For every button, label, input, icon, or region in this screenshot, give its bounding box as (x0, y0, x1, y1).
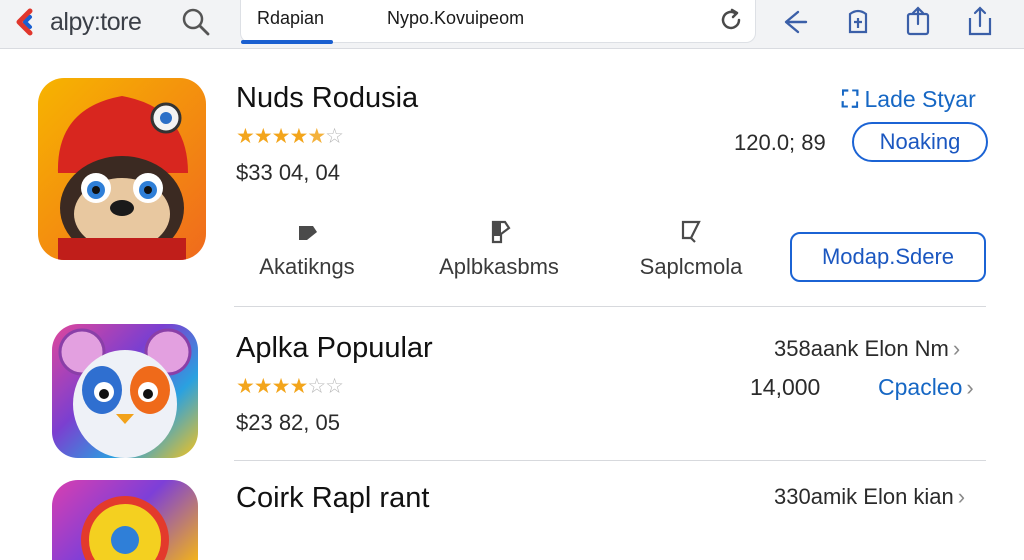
get-button[interactable]: Noaking (852, 122, 988, 162)
app-icon-wheel[interactable] (52, 480, 198, 560)
store-badge-icon: ⛶ (842, 86, 865, 112)
developer-link-label: Lade Styar (864, 86, 976, 112)
divider (234, 460, 986, 461)
active-tab-indicator (241, 40, 333, 44)
app-title[interactable]: Coirk Rapl rant (236, 482, 429, 515)
app-title[interactable]: Aplka Popuular (236, 332, 433, 365)
tab-rdapian[interactable]: Rdapian (257, 8, 324, 29)
action-label: Saplcmola (639, 254, 743, 279)
creature-icon (58, 328, 192, 458)
open-link-label: Cpacleo (878, 374, 963, 400)
app-metric: 14,000 (750, 374, 821, 400)
search-icon[interactable] (180, 6, 212, 38)
app-icon-creature[interactable] (52, 324, 198, 458)
action-sample[interactable]: Saplcmola (616, 218, 766, 280)
app-metric: 120.0; 89 (734, 130, 826, 155)
star-rating: ★★★★☆☆ (236, 375, 344, 398)
address-bar[interactable]: Rdapian Nypo.Kovuipeom (240, 0, 756, 44)
developer-link[interactable]: ⛶ Lade Styar (842, 86, 976, 113)
export-icon[interactable] (962, 4, 998, 40)
bookmark-icon (491, 220, 511, 244)
app-stat-row[interactable]: 358aank Elon Nm › (774, 336, 960, 362)
action-label: Akatikngs (259, 254, 355, 279)
chevron-right-icon: › (966, 375, 974, 400)
chevron-right-icon: › (957, 484, 966, 509)
app-list: Nuds Rodusia ★★★★★☆ $33 04, 04 ⛶ Lade St… (0, 48, 1024, 560)
open-link[interactable]: Cpacleo › (878, 374, 974, 401)
back-icon[interactable] (778, 4, 814, 40)
app-price: $23 82, 05 (236, 410, 340, 435)
browser-toolbar: alpy:tore Rdapian Nypo.Kovuipeom (0, 0, 1024, 49)
edit-icon (681, 220, 701, 243)
app-price: $33 04, 04 (236, 160, 340, 185)
store-logo[interactable]: alpy:tore (14, 6, 142, 38)
share-icon[interactable] (840, 4, 876, 40)
secondary-button[interactable]: Modap.Sdere (790, 232, 986, 282)
logo-icon (16, 8, 33, 36)
star-rating: ★★★★★☆ (236, 125, 344, 148)
stat-label: 330amik Elon kian (774, 484, 954, 509)
action-ratings[interactable]: Akatikngs (232, 218, 382, 280)
action-label: Aplbkasbms (439, 254, 559, 279)
reload-icon[interactable] (717, 6, 745, 34)
stat-label: 358aank Elon Nm (774, 336, 949, 361)
app-title[interactable]: Nuds Rodusia (236, 82, 418, 115)
logo-text: alpy:tore (50, 7, 142, 36)
app-icon-character[interactable] (38, 78, 206, 260)
upload-icon[interactable] (900, 4, 936, 40)
wheel-icon (81, 496, 169, 560)
tag-icon (299, 226, 317, 240)
mole-character-icon (57, 96, 188, 260)
app-stat-row[interactable]: 330amik Elon kian › (774, 484, 965, 510)
tab-nypo[interactable]: Nypo.Kovuipeom (387, 8, 524, 29)
action-bookmarks[interactable]: Aplbkasbms (424, 218, 574, 280)
chevron-right-icon: › (952, 336, 961, 361)
divider (234, 306, 986, 307)
